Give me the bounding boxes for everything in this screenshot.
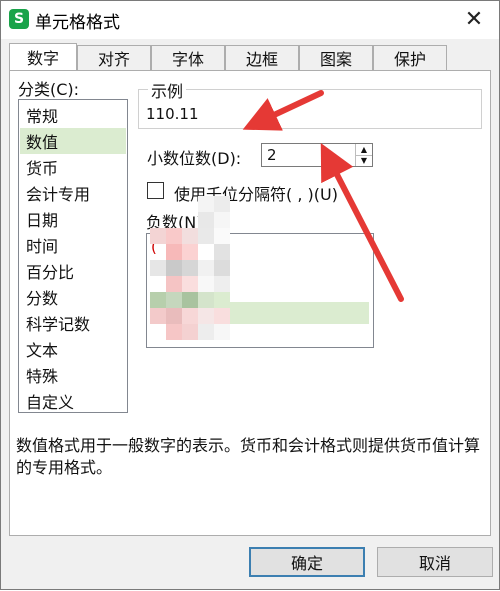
format-cells-dialog: S 单元格格式 ✕ 数字 对齐 字体 边框 图案 保护 分类(C): 常规 数值… xyxy=(0,0,500,590)
annotation-arrows xyxy=(242,90,404,302)
arrow-to-decimals xyxy=(320,142,404,302)
arrow-to-sample xyxy=(242,90,324,131)
